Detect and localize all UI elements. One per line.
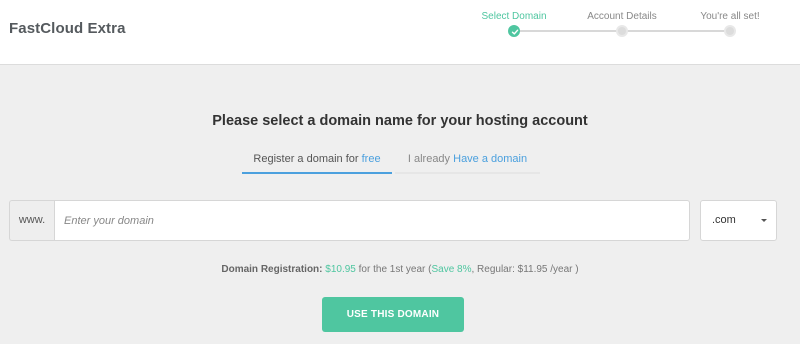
brand-name: FastCloud Extra [9, 20, 126, 37]
step-3-dot [724, 25, 736, 37]
caret-down-icon [761, 219, 767, 222]
step-2-label: Account Details [587, 11, 657, 22]
tab-register-domain[interactable]: Register a domain for free [242, 153, 392, 174]
pricing-info: Domain Registration: $10.95 for the 1st … [0, 264, 800, 275]
tab-have-highlight: Have a domain [453, 153, 528, 165]
step-1-check-icon [508, 25, 520, 37]
pricing-price: $10.95 [325, 264, 356, 275]
step-2-dot [616, 25, 628, 37]
tab-register-prefix: Register a domain for [253, 153, 359, 165]
pricing-label: Domain Registration: [221, 264, 323, 275]
tld-selected-value: .com [712, 214, 736, 226]
tab-have-domain[interactable]: I already Have a domain [395, 153, 540, 174]
page-title: Please select a domain name for your hos… [212, 113, 588, 129]
top-header: FastCloud Extra Select Domain Account De… [0, 0, 800, 65]
tab-register-highlight: free [361, 153, 381, 165]
pricing-regular: , Regular: $11.95 /year ) [471, 264, 579, 275]
pricing-period: for the 1st year ( [358, 264, 432, 275]
step-1-label: Select Domain [481, 11, 547, 22]
tld-select[interactable]: .com [700, 200, 777, 241]
www-prefix: www. [9, 200, 54, 241]
tab-have-prefix: I already [407, 153, 451, 165]
domain-search-input[interactable] [54, 200, 690, 241]
use-this-domain-button[interactable]: USE THIS DOMAIN [322, 297, 464, 332]
step-3-label: You're all set! [700, 11, 760, 22]
pricing-save: Save 8% [431, 264, 472, 275]
